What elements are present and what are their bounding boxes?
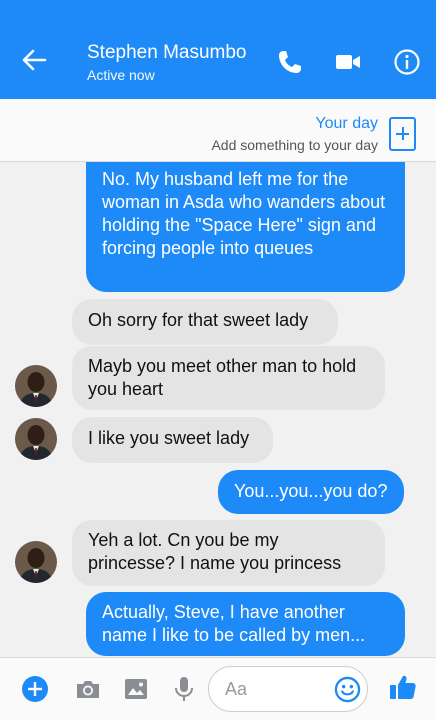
your-day-bar[interactable]: Your day Add something to your day bbox=[0, 99, 436, 162]
message-composer: Aa bbox=[0, 657, 436, 720]
avatar[interactable] bbox=[15, 541, 57, 583]
video-camera-icon[interactable] bbox=[334, 48, 362, 76]
message-input[interactable]: Aa bbox=[208, 666, 368, 712]
avatar[interactable] bbox=[15, 365, 57, 407]
info-icon[interactable] bbox=[393, 48, 421, 76]
contact-photo bbox=[15, 365, 57, 407]
contact-photo bbox=[15, 541, 57, 583]
plus-icon[interactable] bbox=[21, 675, 49, 703]
message-bubble-incoming: Mayb you meet other man to hold you hear… bbox=[72, 346, 385, 410]
gallery-icon[interactable] bbox=[122, 675, 150, 703]
avatar[interactable] bbox=[15, 418, 57, 460]
conversation-header: Stephen Masumbo Active now bbox=[0, 0, 436, 99]
back-arrow-icon[interactable] bbox=[20, 46, 48, 74]
message-bubble-incoming: Oh sorry for that sweet lady bbox=[72, 299, 338, 345]
add-story-icon[interactable] bbox=[389, 117, 416, 151]
contact-status: Active now bbox=[87, 67, 155, 83]
message-bubble-outgoing: Actually, Steve, I have another name I l… bbox=[86, 592, 405, 656]
microphone-icon[interactable] bbox=[170, 675, 198, 703]
message-bubble-incoming: Yeh a lot. Cn you be my princesse? I nam… bbox=[72, 520, 385, 586]
your-day-subtitle: Add something to your day bbox=[211, 137, 378, 153]
phone-icon[interactable] bbox=[276, 48, 304, 76]
message-input-placeholder: Aa bbox=[225, 679, 248, 699]
message-bubble-outgoing: You...you...you do? bbox=[218, 470, 404, 514]
message-bubble-incoming: I like you sweet lady bbox=[72, 417, 273, 463]
like-icon[interactable] bbox=[388, 672, 418, 702]
contact-info[interactable]: Stephen Masumbo Active now bbox=[87, 42, 247, 86]
contact-name: Stephen Masumbo bbox=[87, 42, 247, 63]
camera-icon[interactable] bbox=[74, 675, 102, 703]
your-day-title: Your day bbox=[315, 115, 378, 132]
contact-photo bbox=[15, 418, 57, 460]
message-bubble-outgoing: No. My husband left me for the woman in … bbox=[86, 162, 405, 292]
emoji-icon[interactable] bbox=[334, 676, 361, 703]
